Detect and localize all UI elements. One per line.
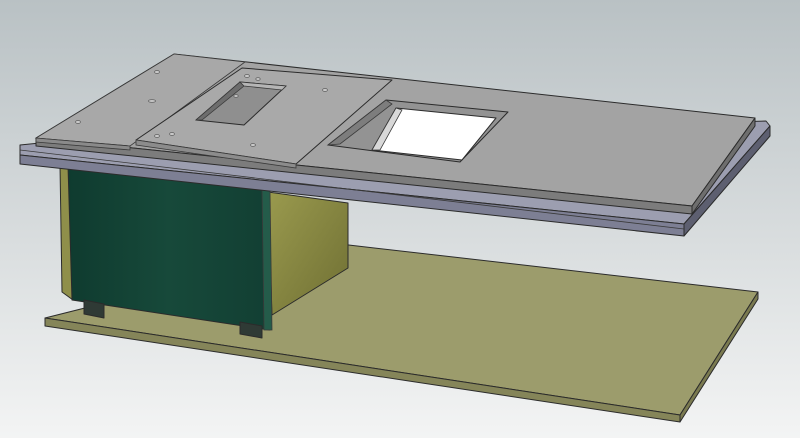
cad-viewport: [0, 0, 800, 438]
table-saw-router-model: [0, 0, 800, 438]
cabinet-front-edge: [261, 189, 273, 331]
